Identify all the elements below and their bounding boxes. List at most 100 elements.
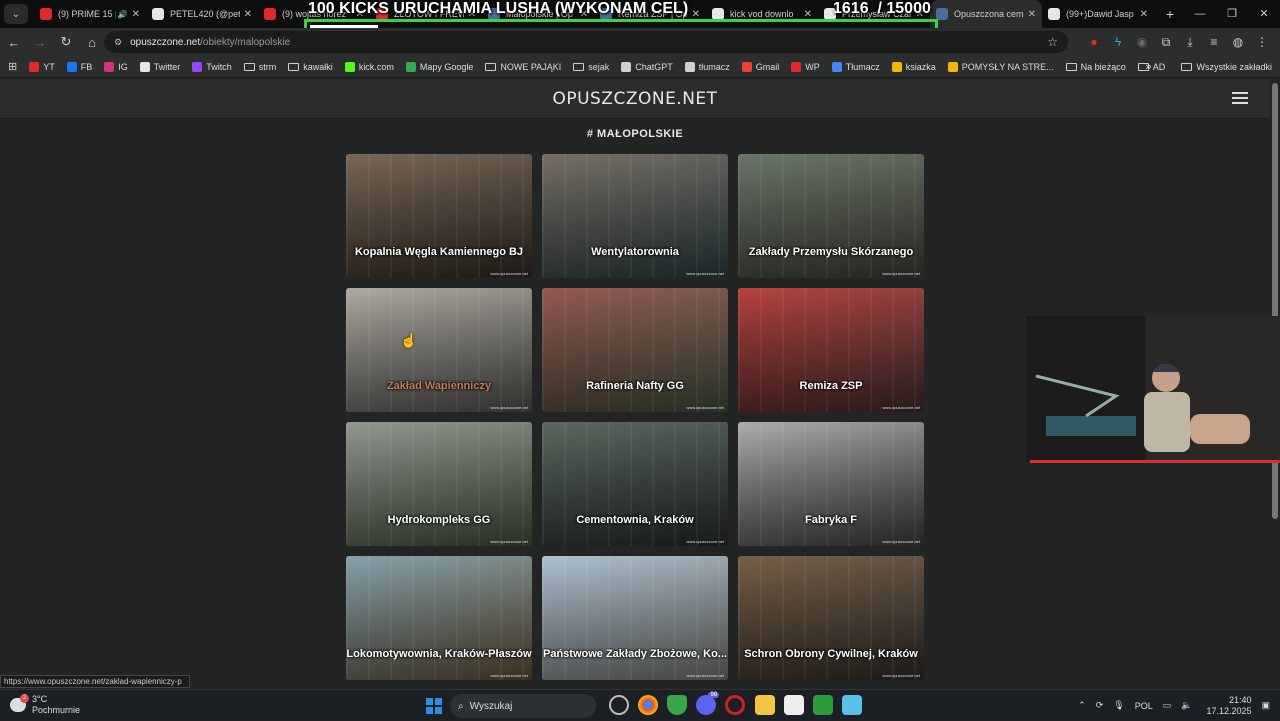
tray-overflow-icon[interactable]: ⌃ [1078, 700, 1086, 711]
restore-button[interactable]: ❐ [1216, 0, 1248, 28]
discord-icon[interactable]: 99 [696, 692, 720, 715]
object-card[interactable]: Państwowe Zakłady Zbożowe, Ko... www.opus… [542, 556, 728, 680]
tab-close-icon[interactable]: ✕ [1140, 9, 1148, 20]
chrome-icon[interactable] [637, 695, 658, 715]
all-bookmarks-folder[interactable]: Wszystkie zakładki [1181, 62, 1272, 72]
reload-button[interactable]: ↻ [54, 34, 78, 50]
bookmark-item[interactable]: WP [791, 61, 820, 72]
notepad-icon[interactable] [842, 695, 863, 715]
home-button[interactable]: ⌂ [80, 35, 104, 50]
card-title: Cementownia, Kraków [576, 514, 694, 526]
download-icon[interactable]: ⤓ [1178, 35, 1202, 50]
bookmark-item[interactable]: strm [243, 62, 276, 72]
bookmark-item[interactable]: YT [29, 61, 55, 72]
bookmark-label: Twitter [153, 61, 181, 72]
bookmark-favicon-icon [947, 61, 958, 72]
bookmark-star-icon[interactable]: ☆ [1047, 35, 1058, 49]
object-card[interactable]: Schron Obrony Cywilnej, Kraków www.opuszc… [738, 556, 924, 680]
browser-tab[interactable]: (99+)Dawid Jasp ✕ [1042, 0, 1154, 28]
bookmark-item[interactable]: POMYSŁY NA STRE... [947, 61, 1054, 72]
card-watermark: www.opuszczone.net [686, 271, 724, 276]
bookmark-item[interactable]: Twitch [192, 61, 232, 72]
object-card[interactable]: Zakłady Przemysłu Skórzanego www.opuszczo… [738, 154, 924, 278]
bookmark-favicon-icon [831, 61, 842, 72]
browser-tab[interactable]: Opuszczona ceme ✕ [930, 0, 1042, 28]
tab-close-icon[interactable]: ✕ [244, 9, 252, 20]
weather-badge: 2 [20, 694, 29, 703]
windows-start-icon[interactable] [426, 698, 442, 714]
windows-taskbar: 2 3°C Pochmurnie ⌕ Wyszukaj 99 ⌃ ⟳ 🎙 POL … [0, 689, 1280, 720]
tab-close-icon[interactable]: ✕ [132, 9, 140, 20]
card-photo [738, 154, 924, 278]
object-card[interactable]: Hydrokompleks GG www.opuszczone.net [346, 422, 532, 546]
new-tab-button[interactable]: + [1160, 6, 1180, 22]
task-view-icon[interactable] [608, 695, 629, 715]
bookmark-item[interactable]: ChatGPT [621, 61, 673, 72]
bookmark-item[interactable]: Mapy Google [405, 61, 473, 72]
notifications-icon[interactable]: ▣ [1261, 700, 1270, 711]
language-indicator[interactable]: POL [1135, 701, 1153, 711]
window-controls: — ❐ ✕ [1184, 0, 1280, 28]
bookmark-item[interactable]: Twitter [139, 61, 181, 72]
object-card[interactable]: Remiza ZSP www.opuszczone.net [738, 288, 924, 412]
browser-menu-icon[interactable]: ⋮ [1250, 35, 1274, 49]
bookmark-favicon-icon [192, 61, 203, 72]
bookmark-item[interactable]: kawałki [288, 62, 333, 72]
bookmark-item[interactable]: FB [66, 61, 92, 72]
card-title: Fabryka F [805, 514, 857, 526]
menu-icon[interactable] [1232, 92, 1248, 104]
object-card[interactable]: Rafineria Nafty GG www.opuszczone.net [542, 288, 728, 412]
bookmarks-overflow-icon[interactable]: » [1145, 61, 1151, 73]
object-card[interactable]: Kopalnia Węgla Kamiennego BJ www.opuszczo… [346, 154, 532, 278]
bookmark-item[interactable]: Na bieżąco [1065, 62, 1126, 72]
capcut-icon[interactable] [783, 695, 804, 715]
profile-avatar[interactable]: ◍ [1226, 35, 1250, 49]
clock[interactable]: 21:40 17.12.2025 [1206, 695, 1251, 717]
bookmark-item[interactable]: Tłumacz [831, 61, 880, 72]
address-bar[interactable]: ⚙ opuszczone.net/obiekty/malopolskie ☆ [104, 31, 1068, 53]
object-card[interactable]: Lokomotywownia, Kraków-Płaszów www.opuszc… [346, 556, 532, 680]
volume-icon[interactable]: 🔈 [1181, 700, 1192, 711]
microphone-icon[interactable]: 🎙 [1113, 700, 1124, 711]
bookmark-item[interactable]: Gmail [741, 61, 779, 72]
bookmark-item[interactable]: IG [104, 61, 128, 72]
sync-icon[interactable]: ⟳ [1096, 700, 1104, 711]
bookmark-item[interactable]: NOWE PAJĄKI [485, 62, 561, 72]
browser-tab[interactable]: PETEL420 (@pete ✕ [146, 0, 258, 28]
object-card[interactable]: Cementownia, Kraków www.opuszczone.net [542, 422, 728, 546]
game-launcher-icon[interactable] [812, 695, 833, 715]
bookmark-item[interactable]: tłumacz [684, 61, 730, 72]
media-controls-icon[interactable]: ≡ [1202, 35, 1226, 49]
card-title: Kopalnia Węgla Kamiennego BJ [354, 246, 524, 258]
browser-tab[interactable]: (9) PRIME 15 | 🔊 ✕ [34, 0, 146, 28]
record-extension-icon[interactable]: ● [1082, 35, 1106, 49]
apps-grid-icon[interactable]: ⊞ [8, 60, 17, 73]
opera-icon[interactable] [725, 695, 746, 715]
object-card[interactable]: Wentylatorownia www.opuszczone.net [542, 154, 728, 278]
translate-extension-icon[interactable]: ϟ [1106, 35, 1130, 49]
brave-icon[interactable] [666, 695, 687, 715]
card-photo [542, 422, 728, 546]
weather-widget[interactable]: 2 3°C Pochmurnie [10, 694, 80, 716]
shield-extension-icon[interactable]: ◉ [1130, 35, 1154, 49]
site-logo[interactable]: OPUSZCZONE.NET [0, 89, 1270, 109]
taskbar-search[interactable]: ⌕ Wyszukaj [450, 694, 596, 718]
object-card[interactable]: Zakład Wapienniczy www.opuszczone.net ☝ [346, 288, 532, 412]
site-info-icon[interactable]: ⚙ [114, 37, 122, 48]
minimize-button[interactable]: — [1184, 0, 1216, 28]
back-button[interactable]: ← [2, 35, 26, 50]
tab-search-button[interactable]: ⌄ [4, 4, 28, 24]
file-explorer-icon[interactable] [754, 695, 775, 715]
bookmark-item[interactable]: ksiazka [891, 61, 936, 72]
extensions-icon[interactable]: ⧉ [1154, 35, 1178, 50]
tab-favicon-icon [264, 8, 276, 20]
network-icon[interactable]: ▭ [1163, 700, 1172, 711]
bookmark-item[interactable]: kick.com [344, 61, 394, 72]
tab-close-icon[interactable]: ✕ [1028, 9, 1036, 20]
bookmark-item[interactable]: sejak [573, 62, 609, 72]
bookmark-favicon-icon [104, 61, 115, 72]
forward-button[interactable]: → [28, 35, 52, 50]
tab-audio-icon[interactable]: 🔊 [118, 10, 128, 19]
close-window-button[interactable]: ✕ [1248, 0, 1280, 28]
object-card[interactable]: Fabryka F www.opuszczone.net [738, 422, 924, 546]
